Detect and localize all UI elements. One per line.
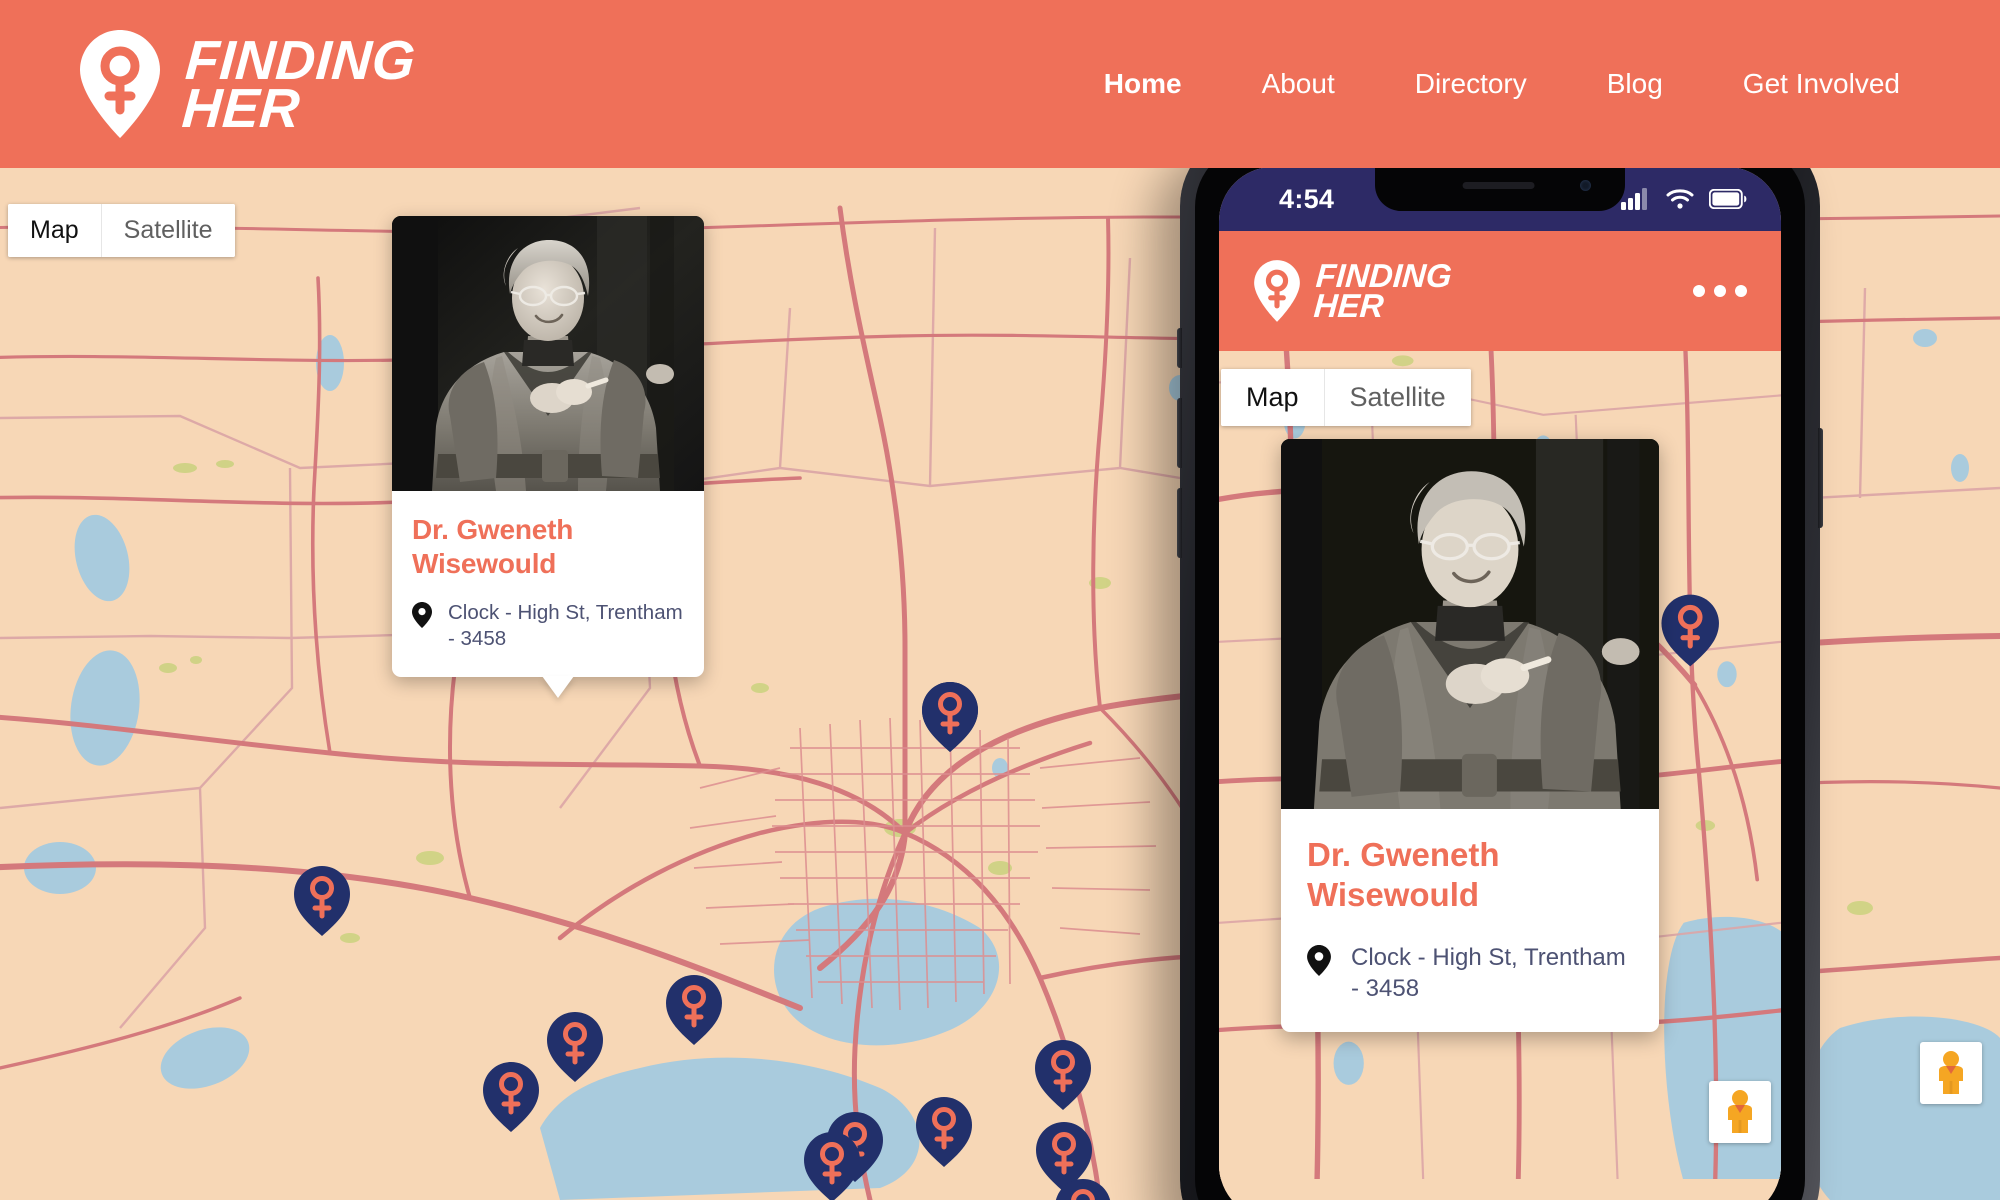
site-logo[interactable]: FINDING HER	[78, 28, 417, 140]
mobile-logo-wordmark: FINDING HER	[1312, 257, 1453, 324]
map-pin-venus-icon	[80, 30, 160, 138]
menu-dot	[1693, 285, 1705, 297]
kebab-menu-icon[interactable]	[1693, 285, 1747, 297]
mobile-person-address: Clock - High St, Trentham - 3458	[1351, 942, 1626, 1004]
menu-dot	[1735, 285, 1747, 297]
mobile-person-photo	[1281, 439, 1659, 809]
map-type-map-button[interactable]: Map	[8, 204, 101, 257]
mobile-logo-line-2: HER	[1312, 287, 1385, 324]
battery-full-icon	[1709, 189, 1747, 209]
nav-item-directory[interactable]: Directory	[1415, 58, 1527, 110]
nav-item-about[interactable]: About	[1262, 58, 1335, 110]
map-type-satellite-button[interactable]: Satellite	[101, 204, 235, 257]
site-logo-wordmark: FINDING HER	[180, 29, 417, 139]
mobile-address-line-1: Clock - High St, Trentham	[1351, 943, 1626, 971]
site-header: FINDING HER Home About Directory Blog Ge…	[0, 0, 2000, 168]
pegman-icon	[1939, 1051, 1963, 1094]
main-navigation: Home About Directory Blog Get Involved	[1064, 58, 1940, 110]
person-address: Clock - High St, Trentham - 3458	[448, 601, 683, 650]
phone-volume-down-button	[1177, 488, 1182, 558]
map-type-control[interactable]: Map Satellite	[8, 204, 235, 257]
wifi-icon	[1666, 189, 1694, 209]
mobile-map-canvas[interactable]: Map Satellite Dr. Gweneth Wisewould Cloc…	[1219, 351, 1781, 1179]
location-pin-icon	[412, 602, 432, 629]
mobile-person-name-line-2: Wisewould	[1307, 876, 1480, 914]
person-photo-illustration	[1281, 439, 1659, 809]
person-photo-illustration	[392, 216, 704, 491]
mobile-map-type-satellite-button[interactable]: Satellite	[1324, 369, 1471, 426]
info-card-pointer	[542, 676, 574, 699]
finding-her-homepage: Map Satellite Dr. Gweneth Wisewould Cloc…	[0, 0, 2000, 1200]
phone-mockup: 4:54 FINDING HER Map Satellite Dr. Gwene…	[1177, 128, 1823, 1200]
phone-volume-up-button	[1177, 398, 1182, 468]
mobile-logo[interactable]: FINDING HER	[1253, 257, 1453, 324]
mobile-map-type-map-button[interactable]: Map	[1221, 369, 1324, 426]
phone-earpiece	[1462, 182, 1535, 189]
cellular-signal-icon	[1621, 188, 1647, 210]
nav-item-blog[interactable]: Blog	[1607, 58, 1663, 110]
phone-screen[interactable]: 4:54 FINDING HER Map Satellite Dr. Gwene…	[1219, 167, 1781, 1200]
mobile-address-line-2: - 3458	[1351, 974, 1420, 1002]
phone-mute-switch	[1177, 328, 1182, 368]
mobile-info-card-body: Dr. Gweneth Wisewould Clock - High St, T…	[1281, 809, 1659, 1032]
info-card-body: Dr. Gweneth Wisewould Clock - High St, T…	[392, 491, 704, 677]
phone-front-camera	[1580, 180, 1591, 191]
phone-frame: 4:54 FINDING HER Map Satellite Dr. Gwene…	[1177, 128, 1823, 1200]
phone-power-button	[1818, 428, 1823, 528]
menu-dot	[1714, 285, 1726, 297]
mobile-app-header: FINDING HER	[1219, 231, 1781, 351]
street-view-control[interactable]	[1920, 1042, 1982, 1104]
map-pin-venus-icon	[1254, 260, 1300, 322]
mobile-street-view-control[interactable]	[1709, 1081, 1771, 1143]
mobile-person-name-line-1: Dr. Gweneth	[1307, 836, 1500, 873]
phone-notch	[1375, 167, 1625, 211]
site-logo-line-2: HER	[180, 77, 303, 139]
mobile-address-row: Clock - High St, Trentham - 3458	[1307, 942, 1633, 1004]
person-name: Dr. Gweneth Wisewould	[412, 514, 574, 579]
status-bar-time: 4:54	[1279, 183, 1335, 214]
status-bar-icons	[1621, 188, 1747, 210]
person-photo	[392, 216, 704, 491]
pegman-icon	[1728, 1090, 1752, 1133]
map-info-card[interactable]: Dr. Gweneth Wisewould Clock - High St, T…	[392, 216, 704, 699]
mobile-person-name: Dr. Gweneth Wisewould	[1307, 835, 1633, 916]
address-row: Clock - High St, Trentham - 3458	[412, 600, 684, 651]
nav-item-home[interactable]: Home	[1104, 58, 1182, 110]
phone-bezel: 4:54 FINDING HER Map Satellite Dr. Gwene…	[1195, 143, 1805, 1200]
nav-item-get-involved[interactable]: Get Involved	[1743, 58, 1900, 110]
mobile-map-info-card[interactable]: Dr. Gweneth Wisewould Clock - High St, T…	[1281, 439, 1659, 1032]
location-pin-icon	[1307, 944, 1331, 976]
mobile-map-type-control[interactable]: Map Satellite	[1221, 369, 1471, 426]
